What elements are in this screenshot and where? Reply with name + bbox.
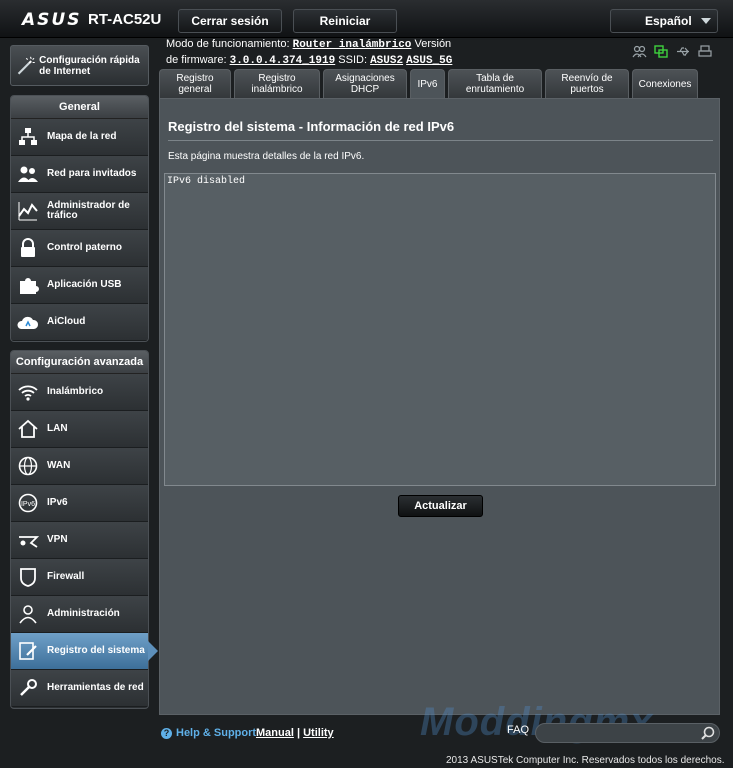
- sidebar-item-label: IPv6: [47, 497, 68, 508]
- magic-wand-icon: [17, 56, 35, 74]
- sidebar-item-guest-network[interactable]: Red para invitados: [11, 156, 148, 193]
- sidebar-item-label: AiCloud: [47, 316, 86, 327]
- mode-link[interactable]: Router inalámbrico: [293, 39, 412, 51]
- sidebar-item-aicloud[interactable]: AiCloud: [11, 304, 148, 341]
- language-value: Español: [645, 14, 692, 28]
- sidebar-item-label: VPN: [47, 534, 68, 545]
- copyright: 2013 ASUSTek Computer Inc. Reservados to…: [446, 755, 725, 766]
- tab-dhcp-leases[interactable]: Asignaciones DHCP: [323, 69, 407, 98]
- help-support: ? Help & Support: [161, 727, 256, 739]
- tools-icon: [20, 679, 37, 696]
- sidebar-item-label: Control paterno: [47, 242, 122, 253]
- sidebar-item-parental-control[interactable]: Control paterno: [11, 230, 148, 267]
- help-icon: ?: [161, 727, 172, 739]
- reboot-button[interactable]: Reiniciar: [293, 9, 397, 33]
- chevron-down-icon: [701, 18, 711, 24]
- help-support-label: Help & Support: [176, 727, 257, 739]
- utility-link[interactable]: Utility: [303, 727, 334, 739]
- page-title: Registro del sistema - Información de re…: [168, 119, 455, 134]
- advanced-menu-title: Configuración avanzada: [11, 351, 148, 374]
- status-icons: [632, 45, 713, 58]
- sidebar-item-traffic-manager[interactable]: Administrador de tráfico: [11, 193, 148, 230]
- faq-label: FAQ: [507, 724, 530, 736]
- search-icon[interactable]: [700, 725, 716, 741]
- sidebar-item-label: Inalámbrico: [47, 386, 104, 397]
- refresh-button[interactable]: Actualizar: [398, 495, 483, 517]
- ssid-24-link[interactable]: ASUS2: [370, 55, 403, 67]
- footer-links: Manual | Utility: [256, 727, 334, 739]
- printer-icon[interactable]: [698, 45, 713, 58]
- usb-icon[interactable]: [676, 45, 691, 58]
- ipv6-icon: IPv6: [18, 493, 38, 513]
- sidebar-item-usb-application[interactable]: Aplicación USB: [11, 267, 148, 304]
- tab-ipv6[interactable]: IPv6: [410, 69, 445, 98]
- sidebar-item-label: Red para invitados: [47, 168, 137, 179]
- sidebar-item-label: Firewall: [47, 571, 85, 582]
- admin-user-icon: [19, 605, 37, 624]
- network-map-icon: [19, 128, 37, 145]
- sidebar-item-label: Mapa de la red: [47, 131, 117, 142]
- vpn-icon: [19, 536, 39, 548]
- sidebar-item-label: Administrador de tráfico: [47, 200, 130, 221]
- sidebar-item-lan[interactable]: LAN: [11, 411, 148, 448]
- pencil-document-icon: [19, 642, 37, 660]
- globe-icon: [18, 456, 38, 476]
- cloud-icon: [17, 316, 39, 329]
- mode-label: Modo de funcionamiento:: [166, 38, 290, 50]
- ssid-label: SSID:: [338, 54, 368, 66]
- top-bar: ASUS RT-AC52U Cerrar sesión Reiniciar Es…: [0, 0, 733, 38]
- advanced-menu: Configuración avanzada Inalámbrico LAN W…: [10, 350, 149, 709]
- ipv6-log-textarea[interactable]: IPv6 disabled: [164, 173, 716, 486]
- sidebar-item-wireless[interactable]: Inalámbrico: [11, 374, 148, 411]
- sidebar-item-label: Herramientas de red: [47, 682, 144, 693]
- language-select[interactable]: Español: [610, 9, 718, 33]
- main-panel: Registro del sistema - Información de re…: [159, 98, 720, 715]
- sidebar-item-network-tools[interactable]: Herramientas de red: [11, 670, 148, 707]
- asus-logo: ASUS: [22, 10, 82, 30]
- manual-link[interactable]: Manual: [256, 727, 294, 739]
- lock-icon: [21, 238, 35, 257]
- tab-wireless-log[interactable]: Registro inalámbrico: [234, 69, 320, 98]
- faq-search-input[interactable]: [535, 723, 720, 743]
- shield-icon: [20, 568, 36, 587]
- puzzle-icon: [20, 278, 39, 294]
- sidebar-item-label: LAN: [47, 423, 68, 434]
- wireless-icon: [18, 385, 38, 401]
- sidebar-item-label: Aplicación USB: [47, 279, 122, 290]
- link-separator: |: [296, 727, 301, 739]
- firmware-link[interactable]: 3.0.0.4.374_1919: [230, 55, 336, 67]
- quick-setup-label: Configuración rápida de Internet: [39, 54, 140, 77]
- sidebar-item-firewall[interactable]: Firewall: [11, 559, 148, 596]
- tab-general-log[interactable]: Registro general: [159, 69, 231, 98]
- internet-status-icon[interactable]: [654, 45, 669, 58]
- sidebar-item-vpn[interactable]: VPN: [11, 522, 148, 559]
- sidebar-item-label: Administración: [47, 608, 120, 619]
- general-menu-title: General: [11, 96, 148, 119]
- quick-internet-setup-button[interactable]: Configuración rápida de Internet: [10, 45, 149, 86]
- model-name: RT-AC52U: [88, 11, 162, 28]
- traffic-manager-icon: [18, 202, 38, 221]
- sidebar-item-administration[interactable]: Administración: [11, 596, 148, 633]
- tab-connections[interactable]: Conexiones: [632, 69, 698, 98]
- tab-routing-table[interactable]: Tabla de enrutamiento: [448, 69, 542, 98]
- sidebar-item-label: Registro del sistema: [47, 645, 145, 656]
- operation-info: Modo de funcionamiento: Router inalámbri…: [166, 37, 466, 69]
- logout-button[interactable]: Cerrar sesión: [178, 9, 282, 33]
- sidebar-item-label: WAN: [47, 460, 71, 471]
- sidebar-item-wan[interactable]: WAN: [11, 448, 148, 485]
- general-menu: General Mapa de la red Red para invitado…: [10, 95, 149, 342]
- sidebar-item-ipv6[interactable]: IPv6 IPv6: [11, 485, 148, 522]
- home-icon: [18, 419, 38, 438]
- sidebar-item-system-log[interactable]: Registro del sistema: [11, 633, 148, 670]
- active-item-pointer: [148, 641, 158, 661]
- sidebar-item-network-map[interactable]: Mapa de la red: [11, 119, 148, 156]
- ssid-5-link[interactable]: ASUS_5G: [406, 55, 452, 67]
- tab-port-forwarding[interactable]: Reenvío de puertos: [545, 69, 629, 98]
- page-description: Esta página muestra detalles de la red I…: [168, 151, 365, 162]
- svg-text:IPv6: IPv6: [21, 501, 35, 508]
- title-divider: [168, 140, 713, 141]
- guest-network-icon: [18, 166, 38, 182]
- clients-icon[interactable]: [632, 45, 647, 58]
